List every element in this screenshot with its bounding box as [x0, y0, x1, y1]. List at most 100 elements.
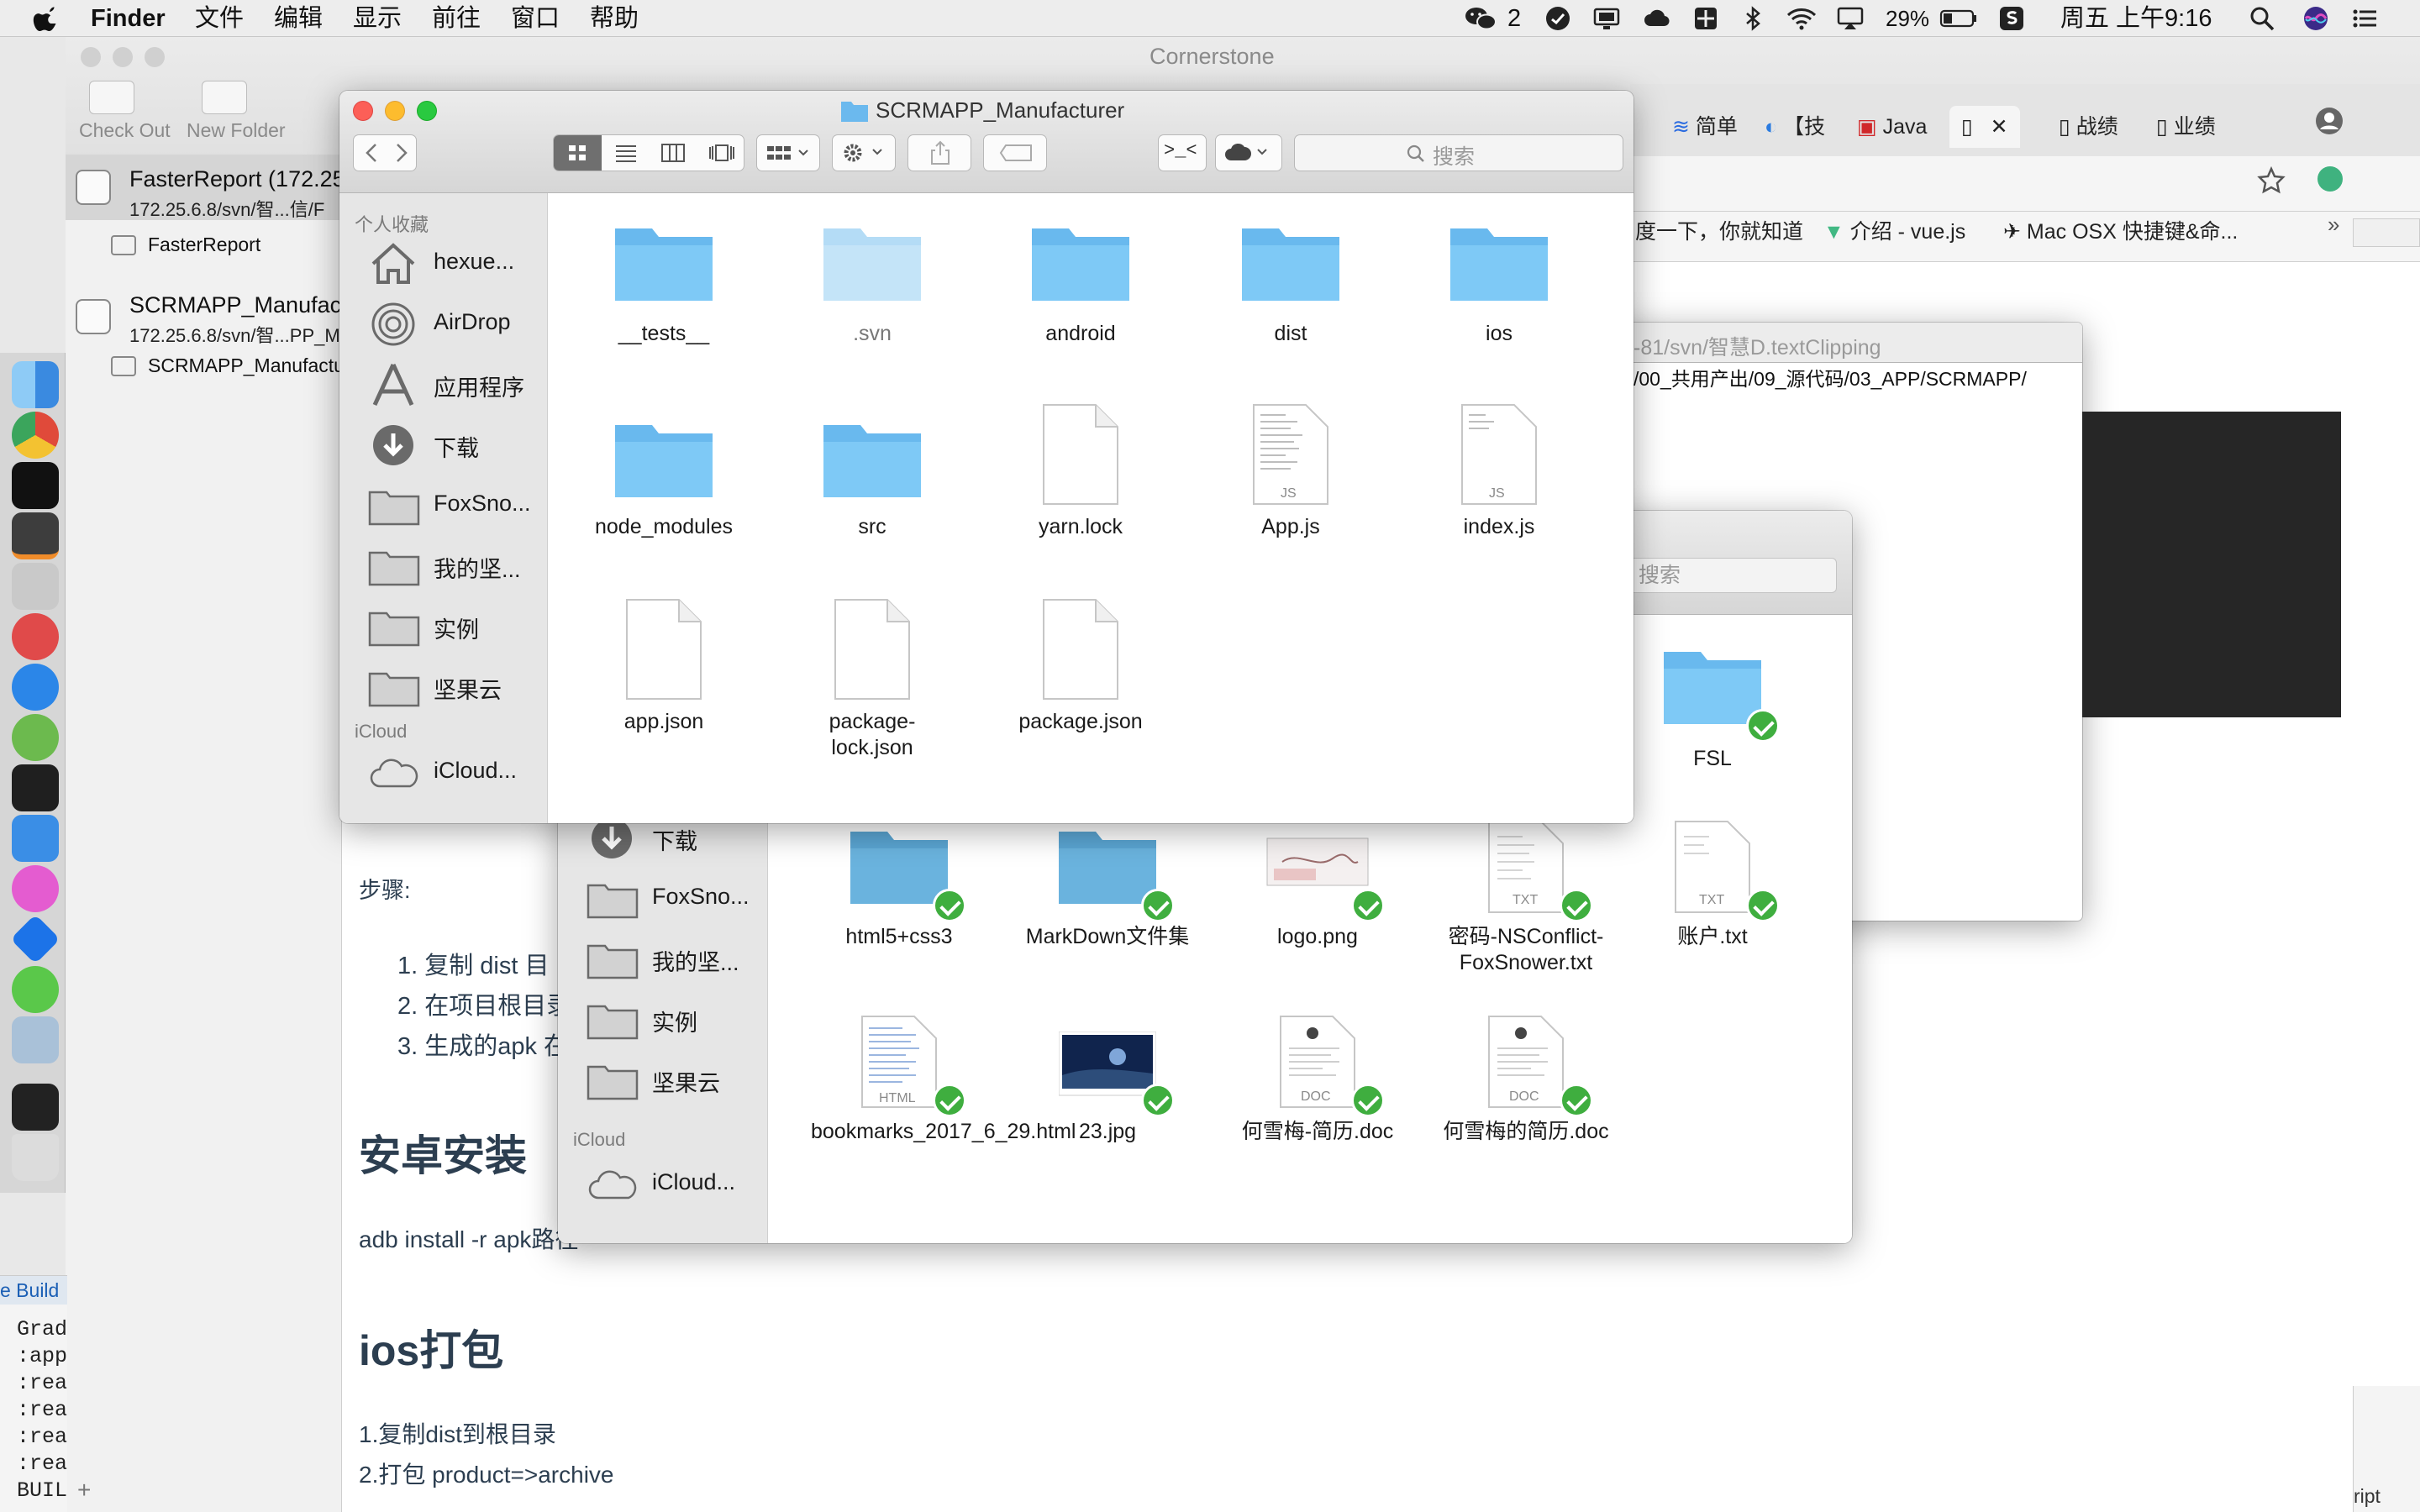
file-item-folder[interactable]: MarkDown文件集 — [1007, 820, 1208, 988]
spotlight-search-icon[interactable] — [2249, 5, 2275, 32]
terminal-dock-icon[interactable] — [12, 764, 59, 811]
address-bar[interactable] — [1630, 156, 2420, 212]
bookmark-item[interactable]: 度一下，你就知道 — [1635, 215, 1803, 245]
battery-icon[interactable] — [1939, 5, 1978, 32]
file-item-folder[interactable]: android — [980, 217, 1181, 368]
zoom-button[interactable] — [417, 101, 437, 121]
sidebar-item-downloads[interactable]: 下载 — [368, 418, 578, 469]
file-item-html[interactable]: HTML bookmarks_2017_6_29.html — [798, 1015, 1076, 1200]
add-icon[interactable]: + — [77, 1477, 91, 1504]
cloud-sync-button[interactable] — [1215, 134, 1282, 171]
share-button[interactable] — [908, 134, 971, 171]
menu-view[interactable]: 显示 — [353, 3, 402, 34]
sidebar-item-airdrop[interactable]: AirDrop — [368, 297, 578, 348]
file-item-folder[interactable]: ios — [1398, 217, 1600, 368]
icon-view-button[interactable] — [554, 135, 602, 171]
browser-tab[interactable]: ▣ Java — [1857, 106, 1927, 148]
sidebar-item-home[interactable]: hexue... — [368, 237, 578, 287]
list-view-icon[interactable] — [614, 144, 638, 162]
sidebar-item-jianguo[interactable]: 我的坚... — [368, 539, 578, 590]
close-button[interactable] — [353, 101, 373, 121]
status-check-icon[interactable] — [1544, 5, 1571, 32]
file-item-doc[interactable]: DOC 何雪梅的简历.doc — [1425, 1015, 1627, 1183]
file-item-folder[interactable]: node_modules — [563, 413, 765, 564]
back-icon[interactable] — [362, 142, 382, 164]
keychain-dock-icon[interactable] — [12, 563, 59, 610]
file-item-js[interactable]: JS index.js — [1398, 403, 1600, 563]
build-tab[interactable]: e Build — [0, 1276, 67, 1305]
file-item-photo[interactable]: 23.jpg — [1007, 1015, 1208, 1183]
file-item-js[interactable]: JS App.js — [1190, 403, 1392, 563]
browser-tab[interactable]: ▯ 业绩 — [2156, 106, 2216, 148]
sidebar-item-examples[interactable]: 实例 — [587, 993, 797, 1043]
search-field[interactable]: ⌕ 搜索 — [1608, 558, 1837, 593]
sidebar-item-examples[interactable]: 实例 — [368, 600, 578, 650]
c-app-dock-icon[interactable] — [12, 613, 59, 660]
file-item-folder[interactable]: html5+css3 — [798, 820, 1000, 988]
iterm-dock-icon[interactable] — [12, 462, 59, 509]
file-item-doc[interactable]: DOC 何雪梅-简历.doc — [1217, 1015, 1418, 1183]
browser-tab[interactable]: ≋ 简单 — [1672, 106, 1738, 148]
file-item-document[interactable]: package.json — [980, 598, 1181, 758]
menu-window[interactable]: 窗口 — [511, 3, 560, 34]
itunes-dock-icon[interactable] — [12, 865, 59, 912]
minimize-button[interactable] — [385, 101, 405, 121]
file-item-folder[interactable]: dist — [1190, 217, 1392, 368]
sidebar-item-jianguo[interactable]: 我的坚... — [587, 932, 797, 983]
finder-dock-icon[interactable] — [12, 361, 59, 408]
browser-tab[interactable]: ▯ 战绩 — [2059, 106, 2118, 148]
preview-dock-icon[interactable] — [12, 1016, 59, 1063]
sogou-input-icon[interactable] — [1998, 5, 2025, 32]
file-item-text[interactable]: TXT 密码-NSConflict-FoxSnower.txt — [1425, 820, 1627, 1005]
file-item-image[interactable]: logo.png — [1217, 820, 1418, 988]
file-item-folder[interactable]: FSL — [1612, 640, 1813, 800]
menubar-clock[interactable]: 周五 上午9:16 — [2060, 3, 2212, 34]
trash-dock-icon[interactable] — [12, 1134, 59, 1181]
file-item-folder[interactable]: src — [771, 413, 973, 564]
new-folder-label[interactable]: New Folder — [187, 119, 286, 142]
minimize-button[interactable] — [113, 47, 133, 67]
app-menu-finder[interactable]: Finder — [91, 3, 166, 34]
new-folder-icon[interactable] — [202, 81, 247, 114]
file-item-folder[interactable]: __tests__ — [563, 217, 765, 368]
zoom-button[interactable] — [145, 47, 165, 67]
menu-edit[interactable]: 编辑 — [274, 3, 323, 34]
apple-icon[interactable] — [32, 5, 59, 32]
menu-help[interactable]: 帮助 — [590, 3, 639, 34]
sublime-dock-icon[interactable] — [12, 512, 59, 559]
browser-tab-active[interactable]: ▯ ✕ — [1949, 106, 2020, 148]
forward-icon[interactable] — [391, 142, 411, 164]
profile-icon[interactable] — [2314, 106, 2344, 136]
bookmark-star-icon[interactable] — [2257, 166, 2286, 195]
android-studio-dock-icon[interactable] — [12, 714, 59, 761]
extension-icon[interactable] — [2317, 166, 2343, 192]
file-item-document[interactable]: package-lock.json — [771, 598, 973, 783]
bookmark-item[interactable]: ▼ 介绍 - vue.js — [1823, 215, 1965, 245]
sidebar-item-icloud[interactable]: iCloud... — [368, 746, 578, 796]
safari-dock-icon[interactable] — [12, 664, 59, 711]
wechat-icon[interactable] — [1464, 5, 1497, 32]
file-item-text[interactable]: TXT 账户.txt — [1612, 820, 1813, 988]
working-copy-name[interactable]: SCRMAPP_Manufactu — [148, 354, 345, 377]
sidebar-item-icloud[interactable]: iCloud... — [587, 1158, 797, 1208]
chrome-dock-icon[interactable] — [12, 412, 59, 459]
tags-button[interactable] — [983, 134, 1047, 171]
airplay-icon[interactable] — [1837, 5, 1864, 32]
grid-app-icon[interactable] — [1692, 5, 1719, 32]
sidebar-item-foxsnower[interactable]: FoxSno... — [587, 872, 797, 922]
repo-name[interactable]: SCRMAPP_Manufact — [129, 292, 348, 318]
xcode-dock-icon[interactable] — [12, 815, 59, 862]
browser-tab[interactable]: ◐ 【技 — [1765, 106, 1825, 148]
arrange-button[interactable] — [756, 134, 820, 171]
check-out-icon[interactable] — [89, 81, 134, 114]
cloud-icon[interactable] — [1644, 5, 1670, 32]
notification-center-icon[interactable] — [2351, 5, 2378, 32]
more-bookmarks-icon[interactable]: » — [2328, 212, 2339, 238]
search-field[interactable]: 搜索 — [1294, 134, 1623, 171]
repo-name[interactable]: FasterReport (172.25 — [129, 166, 345, 192]
siri-icon[interactable] — [2302, 5, 2329, 32]
sidebar-item-foxsnower[interactable]: FoxSno... — [368, 479, 578, 529]
cover-flow-icon[interactable] — [708, 144, 735, 162]
sidebar-item-jianguoyun[interactable]: 坚果云 — [368, 660, 578, 711]
sidebar-item-applications[interactable]: 应用程序 — [368, 358, 578, 408]
